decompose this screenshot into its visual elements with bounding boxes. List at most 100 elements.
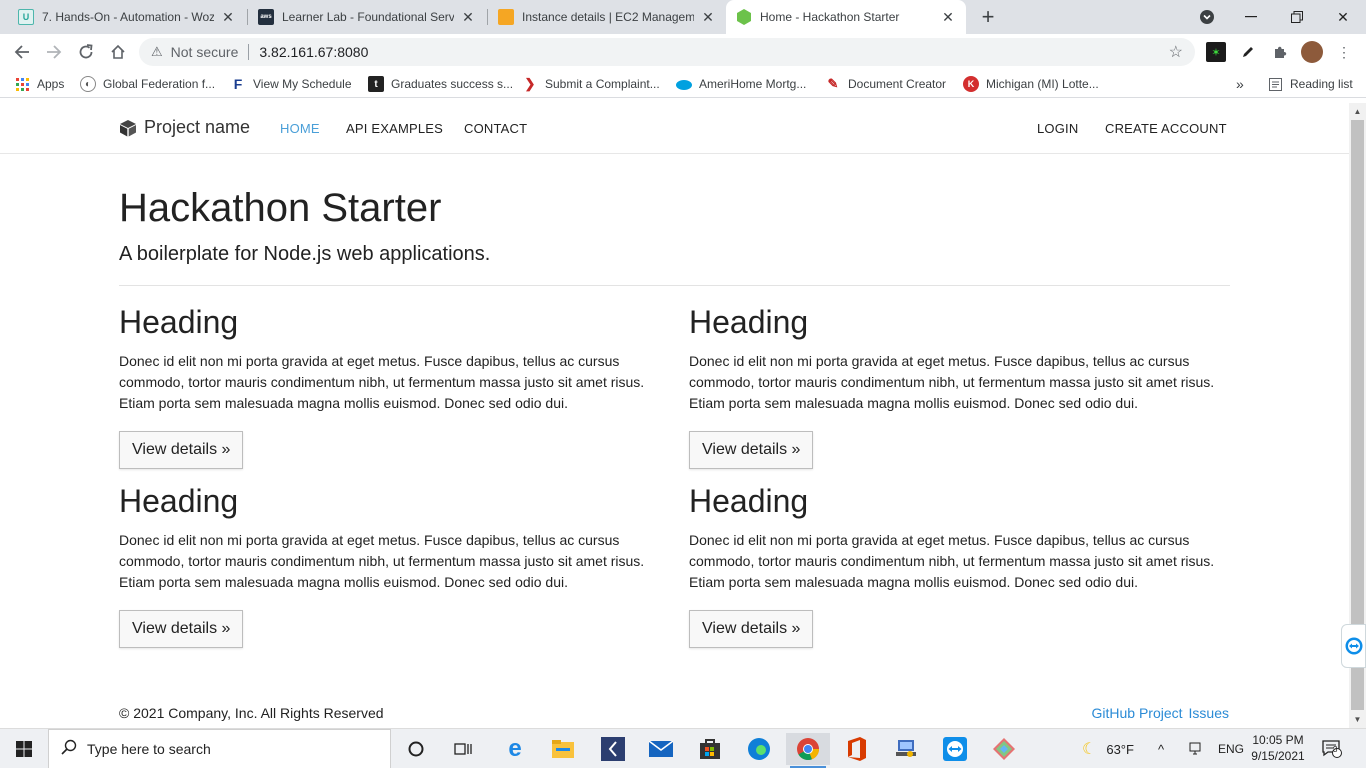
reload-icon[interactable] [74,40,98,64]
tab-search-icon[interactable] [1184,0,1230,34]
footer-links: GitHub Project Issues [1085,705,1229,721]
nav-login[interactable]: LOGIN [1037,121,1078,136]
restore-icon[interactable] [1274,0,1320,34]
scroll-down-icon[interactable]: ▼ [1349,711,1366,728]
bookmark-apps[interactable]: Apps [14,76,64,92]
show-hidden-icons-chevron-icon[interactable]: ^ [1158,729,1164,768]
bookmark-global-federation[interactable]: ◐ Global Federation f... [80,76,215,92]
feature-card: Heading Donec id elit non mi porta gravi… [689,485,1229,648]
close-tab-icon[interactable]: ✕ [940,9,956,25]
issues-link[interactable]: Issues [1189,705,1229,721]
chrome-icon[interactable] [786,733,830,768]
woz-favicon-icon: U [18,9,34,25]
extensions-puzzle-icon[interactable] [1270,42,1290,62]
edge-icon[interactable] [737,733,781,765]
profile-avatar[interactable] [1301,41,1323,63]
mail-icon[interactable] [639,733,683,765]
card-body: Donec id elit non mi porta gravida at eg… [119,532,645,590]
address-divider [248,44,250,60]
scrollbar-thumb[interactable] [1351,120,1364,710]
url-text[interactable]: 3.82.161.67:8080 [259,44,368,60]
tab-ec2-instance[interactable]: Instance details | EC2 Manageme ✕ [488,0,726,34]
reading-list-icon [1267,76,1283,92]
microsoft-store-icon[interactable] [688,733,732,765]
bookmark-michigan-lottery[interactable]: K Michigan (MI) Lotte... [963,76,1099,92]
back-arrow-icon[interactable] [10,40,34,64]
address-bar[interactable]: ⚠ Not secure 3.82.161.67:8080 ☆ [139,38,1195,66]
security-status-label[interactable]: Not secure [171,44,239,60]
clock-time: 10:05 PM [1252,733,1304,747]
network-icon[interactable] [1188,729,1202,768]
visual-studio-icon[interactable] [591,733,635,765]
bookmark-label: Global Federation f... [103,77,216,91]
card-body: Donec id elit non mi porta gravida at eg… [689,532,1215,590]
bookmark-label: Apps [37,77,65,91]
menu-kebab-icon[interactable]: ⋮ [1334,42,1354,62]
bookmark-label: Graduates success s... [391,77,514,91]
task-view-icon[interactable] [441,733,485,765]
view-details-button[interactable]: View details » [689,610,814,648]
weather-widget[interactable]: ☾ 63°F [1082,729,1134,768]
git-diamond-icon[interactable] [982,733,1026,765]
file-explorer-icon[interactable] [541,733,585,765]
bookmark-graduates-success[interactable]: t Graduates success s... [368,76,513,92]
minimize-icon[interactable] [1228,0,1274,34]
close-window-icon[interactable]: ✕ [1320,0,1366,34]
github-project-link[interactable]: GitHub Project [1091,705,1182,721]
nav-home[interactable]: HOME [280,121,320,136]
tab-hackathon-home[interactable]: Home - Hackathon Starter ✕ [726,0,966,34]
tab-hands-on-automation[interactable]: U 7. Hands-On - Automation - Woz ✕ [8,0,246,34]
bookmark-star-icon[interactable]: ☆ [1169,42,1183,62]
bookmark-view-my-schedule[interactable]: F View My Schedule [230,76,352,92]
card-body: Donec id elit non mi porta gravida at eg… [119,353,645,411]
t-icon: t [368,76,384,92]
node-hexagon-favicon-icon [736,9,752,25]
browser-toolbar: ⚠ Not secure 3.82.161.67:8080 ☆ ✶ ⋮ [0,34,1366,70]
bookmark-amerihome[interactable]: AmeriHome Mortg... [676,76,806,92]
nav-contact[interactable]: CONTACT [464,121,527,136]
feature-card: Heading Donec id elit non mi porta gravi… [119,306,659,469]
taskbar-search-box[interactable]: Type here to search [48,729,391,768]
bookmark-submit-complaint[interactable]: ❯ Submit a Complaint... [522,76,660,92]
warning-triangle-icon[interactable]: ⚠ [151,44,163,60]
close-tab-icon[interactable]: ✕ [460,9,476,25]
clock-date: 9/15/2021 [1251,749,1305,763]
teamviewer-icon[interactable] [933,733,977,765]
remote-desktop-icon[interactable] [884,733,928,765]
extension-green-icon[interactable]: ✶ [1206,42,1226,62]
teamviewer-side-icon[interactable] [1341,624,1366,668]
reading-list-button[interactable]: Reading list [1267,76,1353,92]
tab-learner-lab[interactable]: aws Learner Lab - Foundational Servic ✕ [248,0,486,34]
search-placeholder: Type here to search [87,741,211,757]
federation-icon: ◐ [80,76,96,92]
notification-center-icon[interactable]: 3 [1322,729,1342,768]
clock[interactable]: 10:05 PM 9/15/2021 [1248,732,1308,764]
scroll-up-icon[interactable]: ▲ [1349,103,1366,120]
new-tab-button[interactable]: + [976,5,1000,29]
card-heading: Heading [119,483,239,519]
windows-start-icon[interactable] [0,729,48,768]
view-details-button[interactable]: View details » [689,431,814,469]
home-icon[interactable] [106,40,130,64]
more-bookmarks-chevron-icon[interactable]: » [1236,76,1244,92]
windows-taskbar: Type here to search e ☾ 63°F ^ ENG 10:05… [0,728,1366,768]
bookmark-label: AmeriHome Mortg... [699,77,807,91]
bookmarks-bar: Apps ◐ Global Federation f... F View My … [0,70,1366,98]
search-icon [61,739,77,760]
close-tab-icon[interactable]: ✕ [220,9,236,25]
f-icon: F [233,76,243,92]
view-details-button[interactable]: View details » [119,610,244,648]
forward-arrow-icon[interactable] [42,40,66,64]
nav-create-account[interactable]: CREATE ACCOUNT [1105,121,1227,136]
feature-card: Heading Donec id elit non mi porta gravi… [119,485,659,648]
nav-api-examples[interactable]: API EXAMPLES [346,121,443,136]
language-indicator[interactable]: ENG [1218,729,1244,768]
internet-explorer-icon[interactable]: e [493,733,537,765]
close-tab-icon[interactable]: ✕ [700,9,716,25]
office-icon[interactable] [835,733,879,765]
pen-icon[interactable] [1238,42,1258,62]
brand-link[interactable]: Project name [119,117,250,138]
view-details-button[interactable]: View details » [119,431,244,469]
bookmark-document-creator[interactable]: ✎ Document Creator [825,76,947,92]
cortana-circle-icon[interactable] [394,733,438,765]
